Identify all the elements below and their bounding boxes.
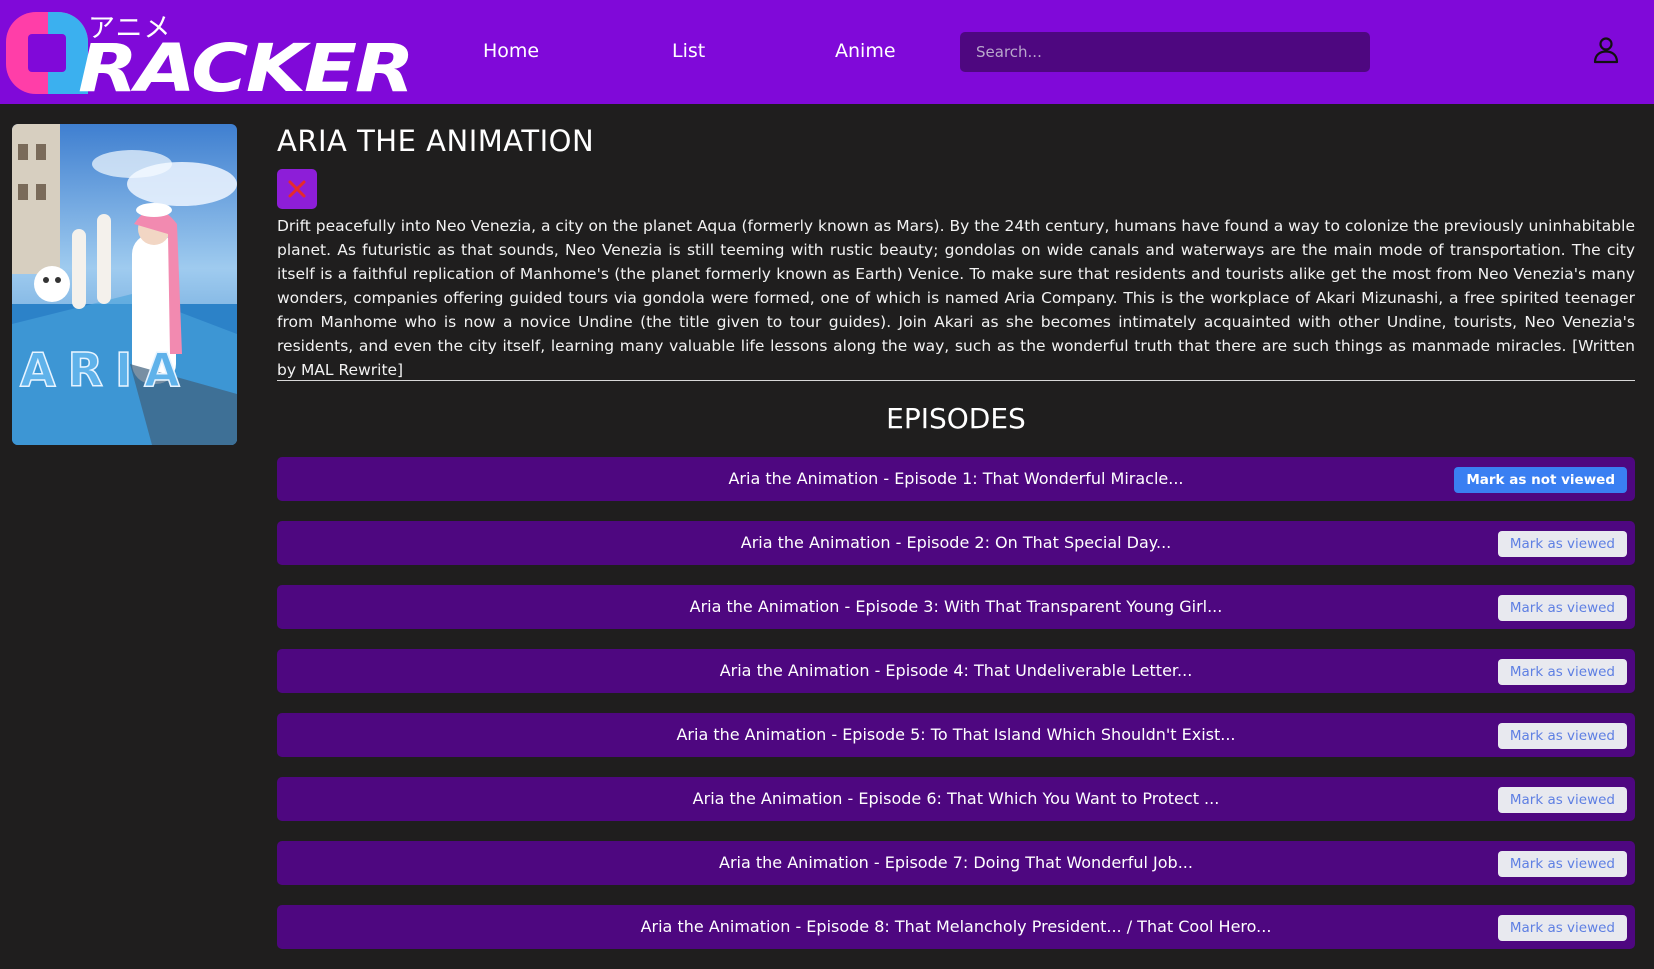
mark-viewed-button[interactable]: Mark as viewed	[1497, 723, 1627, 749]
episode-title: Aria the Animation - Episode 1: That Won…	[728, 469, 1184, 488]
poster-artwork: ARIA	[12, 124, 237, 445]
episode-row: Aria the Animation - Episode 8: That Mel…	[277, 905, 1635, 949]
anime-title: ARIA THE ANIMATION	[277, 124, 595, 158]
episode-title: Aria the Animation - Episode 5: To That …	[676, 725, 1236, 744]
anime-poster: ARIA	[12, 124, 237, 445]
episode-title: Aria the Animation - Episode 7: Doing Th…	[719, 853, 1193, 872]
mark-viewed-button[interactable]: Mark as viewed	[1497, 787, 1627, 813]
section-divider	[277, 380, 1635, 381]
episode-title: Aria the Animation - Episode 3: With Tha…	[689, 597, 1223, 616]
close-icon	[288, 180, 306, 198]
episode-row: Aria the Animation - Episode 6: That Whi…	[277, 777, 1635, 821]
mark-not-viewed-button[interactable]: Mark as not viewed	[1454, 467, 1627, 493]
episode-row: Aria the Animation - Episode 3: With Tha…	[277, 585, 1635, 629]
episode-list: Aria the Animation - Episode 1: That Won…	[277, 457, 1635, 969]
nav-home-link[interactable]: Home	[483, 40, 539, 62]
episode-title: Aria the Animation - Episode 6: That Whi…	[692, 789, 1220, 808]
episodes-heading: EPISODES	[886, 402, 1026, 435]
mark-viewed-button[interactable]: Mark as viewed	[1497, 851, 1627, 877]
episode-title: Aria the Animation - Episode 4: That Und…	[719, 661, 1193, 680]
episode-row: Aria the Animation - Episode 2: On That …	[277, 521, 1635, 565]
nav-anime-link[interactable]: Anime	[835, 40, 896, 62]
mark-viewed-button[interactable]: Mark as viewed	[1497, 659, 1627, 685]
tracker-logo[interactable]: アニメ RACKER	[0, 2, 420, 102]
episode-row: Aria the Animation - Episode 5: To That …	[277, 713, 1635, 757]
nav-list-link[interactable]: List	[672, 40, 705, 62]
episode-title: Aria the Animation - Episode 2: On That …	[740, 533, 1172, 552]
remove-from-list-button[interactable]	[277, 169, 317, 209]
mark-viewed-button[interactable]: Mark as viewed	[1497, 915, 1627, 941]
poster-logo-text: ARIA	[20, 343, 192, 397]
episode-row: Aria the Animation - Episode 1: That Won…	[277, 457, 1635, 501]
user-icon[interactable]	[1593, 36, 1619, 64]
anime-synopsis: Drift peacefully into Neo Venezia, a cit…	[277, 217, 1635, 379]
search-input[interactable]	[960, 32, 1370, 72]
logo-wordmark: RACKER	[78, 30, 415, 107]
mark-viewed-button[interactable]: Mark as viewed	[1497, 531, 1627, 557]
navbar: アニメ RACKER Home List Anime	[0, 0, 1654, 104]
episode-row: Aria the Animation - Episode 7: Doing Th…	[277, 841, 1635, 885]
episode-title: Aria the Animation - Episode 8: That Mel…	[640, 917, 1272, 936]
mark-viewed-button[interactable]: Mark as viewed	[1497, 595, 1627, 621]
episode-row: Aria the Animation - Episode 4: That Und…	[277, 649, 1635, 693]
